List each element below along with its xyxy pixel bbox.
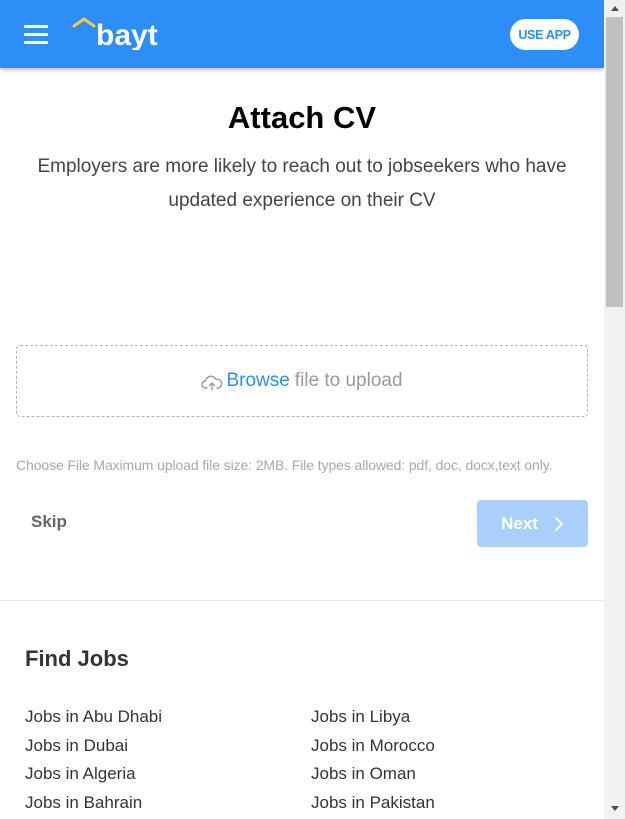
page-subtitle: Employers are more likely to reach out t… bbox=[20, 150, 584, 218]
logo-text: bayt bbox=[96, 19, 158, 50]
job-link-oman[interactable]: Jobs in Oman bbox=[311, 760, 435, 789]
file-requirements-text: Choose File Maximum upload file size: 2M… bbox=[16, 457, 553, 473]
next-button[interactable]: Next bbox=[477, 500, 588, 547]
scrollbar-thumb[interactable] bbox=[606, 17, 623, 307]
page: bayt USE APP Attach CV Employers are mor… bbox=[0, 0, 604, 819]
scroll-up-arrow-icon[interactable] bbox=[604, 0, 625, 17]
job-link-pakistan[interactable]: Jobs in Pakistan bbox=[311, 789, 435, 818]
job-link-algeria[interactable]: Jobs in Algeria bbox=[25, 760, 162, 789]
job-link-morocco[interactable]: Jobs in Morocco bbox=[311, 732, 435, 761]
job-link-bahrain[interactable]: Jobs in Bahrain bbox=[25, 789, 162, 818]
chevron-right-icon bbox=[554, 516, 563, 531]
bayt-logo[interactable]: bayt bbox=[70, 16, 200, 50]
page-title: Attach CV bbox=[227, 100, 377, 135]
section-divider bbox=[0, 600, 604, 601]
menu-icon[interactable] bbox=[24, 25, 48, 44]
skip-button[interactable]: Skip bbox=[31, 512, 67, 532]
subtitle-line: updated experience on their CV bbox=[168, 190, 436, 211]
find-jobs-heading: Find Jobs bbox=[25, 646, 129, 671]
upload-hint-text: file to upload bbox=[294, 370, 403, 391]
job-link-libya[interactable]: Jobs in Libya bbox=[311, 703, 435, 732]
jobs-links-right: Jobs in Libya Jobs in Morocco Jobs in Om… bbox=[311, 703, 435, 818]
subtitle-line: Employers are more likely to reach out t… bbox=[37, 156, 567, 177]
cv-upload-dropzone[interactable]: Browse file to upload bbox=[16, 345, 588, 417]
next-label: Next bbox=[501, 513, 538, 533]
vertical-scrollbar[interactable] bbox=[604, 0, 625, 819]
job-link-abu-dhabi[interactable]: Jobs in Abu Dhabi bbox=[25, 703, 162, 732]
job-link-dubai[interactable]: Jobs in Dubai bbox=[25, 732, 162, 761]
browse-link[interactable]: Browse bbox=[226, 370, 289, 392]
top-header: bayt USE APP bbox=[0, 0, 604, 68]
jobs-links-left: Jobs in Abu Dhabi Jobs in Dubai Jobs in … bbox=[25, 703, 162, 818]
use-app-button[interactable]: USE APP bbox=[510, 19, 579, 50]
scroll-down-arrow-icon[interactable] bbox=[604, 800, 625, 817]
cloud-upload-icon bbox=[201, 375, 223, 391]
